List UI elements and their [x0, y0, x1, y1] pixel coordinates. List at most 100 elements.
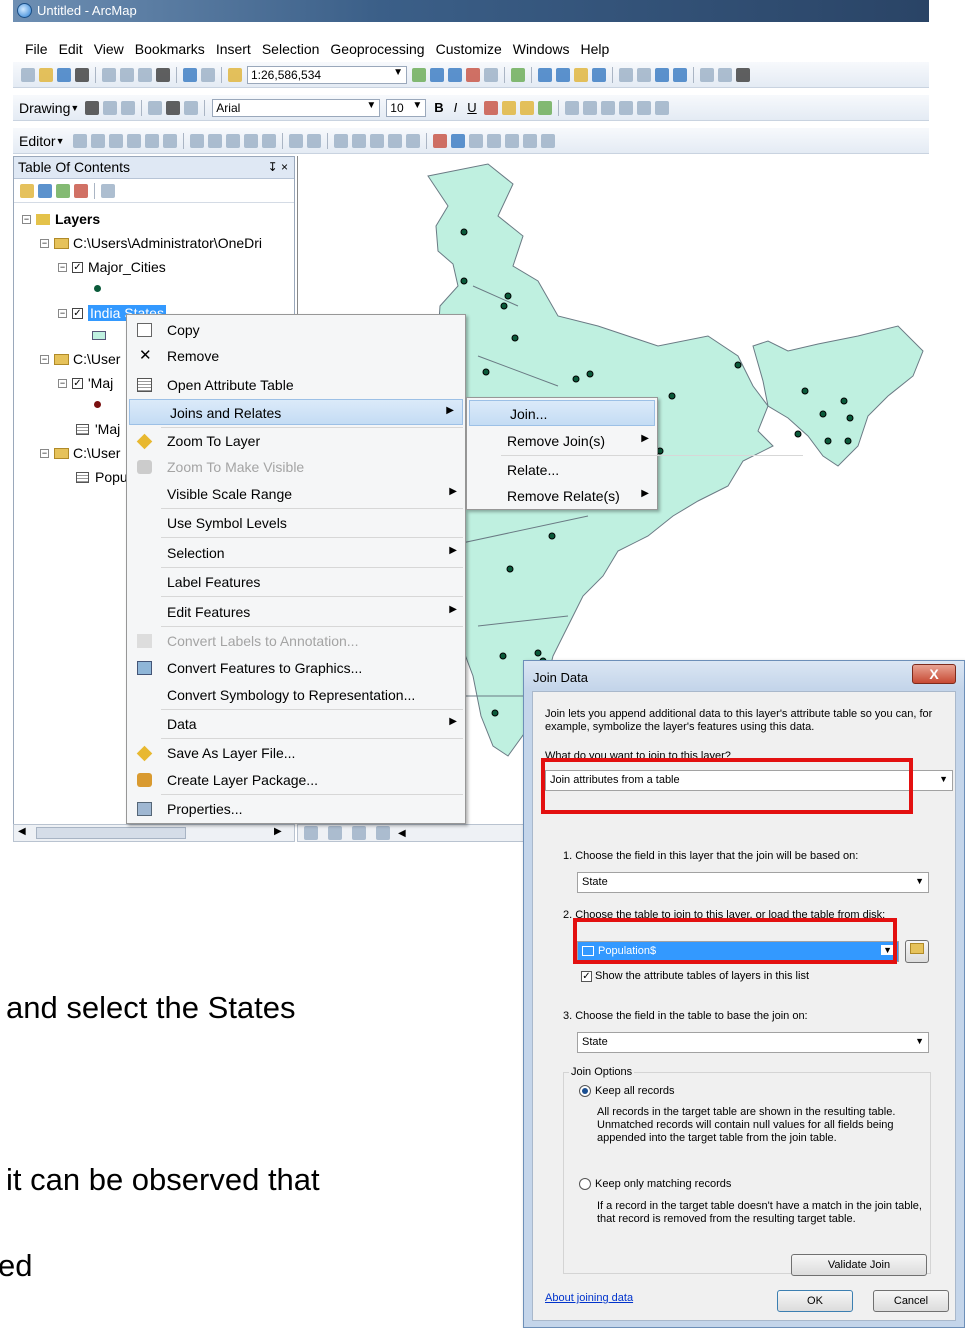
layers-root[interactable]: − Layers: [22, 211, 100, 227]
toc-folder-1[interactable]: − C:\Users\Administrator\OneDri: [40, 235, 262, 251]
scroll-left-icon[interactable]: ◀: [18, 826, 26, 837]
align-icon[interactable]: [636, 100, 651, 115]
toc-folder-3[interactable]: − C:\User: [40, 445, 120, 461]
select-pointer-icon[interactable]: [85, 100, 100, 115]
table-window-icon[interactable]: [468, 133, 483, 148]
ok-button[interactable]: OK: [777, 1290, 853, 1312]
reshape-icon[interactable]: [207, 133, 222, 148]
font-color-icon[interactable]: [483, 100, 498, 115]
scroll-right-icon[interactable]: ▶: [274, 826, 282, 837]
layout-view-icon[interactable]: [328, 826, 342, 840]
toc-pin-close-icon[interactable]: ↧ ×: [268, 160, 288, 174]
select-features-icon[interactable]: [700, 67, 714, 82]
menu-item-zoom-to-layer[interactable]: Zoom To Layer: [127, 428, 465, 454]
menu-item-copy[interactable]: Copy: [127, 317, 465, 343]
forward-extent-icon[interactable]: [673, 67, 687, 82]
menu-item-edit-features[interactable]: Edit Features ▶: [127, 599, 465, 625]
zoom-out-icon[interactable]: [556, 67, 570, 82]
edit-vertices-icon[interactable]: [189, 133, 204, 148]
bold-icon[interactable]: B: [434, 100, 443, 115]
menu-help[interactable]: Help: [581, 41, 610, 57]
show-tables-option[interactable]: ✓ Show the attribute tables of layers in …: [581, 970, 941, 983]
fill-color-icon[interactable]: [501, 100, 516, 115]
topology-icon[interactable]: [351, 133, 366, 148]
arctoolbox-icon[interactable]: [466, 67, 480, 82]
submenu-remove-relates[interactable]: Remove Relate(s) ▶: [467, 483, 657, 509]
menu-selection[interactable]: Selection: [262, 41, 320, 57]
data-view-icon[interactable]: [304, 826, 318, 840]
cancel-button[interactable]: Cancel: [873, 1290, 949, 1312]
construct-icon[interactable]: [387, 133, 402, 148]
dialog-close-button[interactable]: X: [912, 664, 956, 684]
group-icon[interactable]: [564, 100, 579, 115]
submenu-join[interactable]: Join...: [469, 400, 655, 426]
menu-item-visible-scale-range[interactable]: Visible Scale Range ▶: [127, 481, 465, 507]
italic-icon[interactable]: I: [454, 100, 458, 115]
menu-view[interactable]: View: [94, 41, 124, 57]
menu-item-zoom-to-make-visible[interactable]: Zoom To Make Visible: [127, 454, 465, 480]
menu-bookmarks[interactable]: Bookmarks: [135, 41, 205, 57]
model-builder-icon[interactable]: [511, 67, 525, 82]
keep-matching-option[interactable]: Keep only matching records: [579, 1178, 731, 1191]
parallel-icon[interactable]: [405, 133, 420, 148]
back-extent-icon[interactable]: [655, 67, 669, 82]
menu-item-label-features[interactable]: Label Features: [127, 569, 465, 595]
menu-item-selection[interactable]: Selection ▶: [127, 540, 465, 566]
menu-file[interactable]: File: [25, 41, 48, 57]
create-features-icon[interactable]: [333, 133, 348, 148]
add-data-icon[interactable]: [228, 67, 242, 82]
toc-table-maj[interactable]: 'Maj: [76, 421, 120, 437]
menu-insert[interactable]: Insert: [216, 41, 251, 57]
scroll-thumb[interactable]: [36, 827, 186, 839]
keep-matching-radio[interactable]: [579, 1178, 591, 1191]
toc-layer-maj-1[interactable]: − ✓ 'Maj: [58, 375, 113, 391]
fixed-zoom-out-icon[interactable]: [637, 67, 651, 82]
catalog-icon[interactable]: [430, 67, 444, 82]
rectangle-icon[interactable]: [148, 100, 163, 115]
submenu-remove-joins[interactable]: Remove Join(s) ▶: [467, 428, 657, 454]
search-window-icon[interactable]: [448, 67, 462, 82]
toc-options-icon[interactable]: [101, 183, 115, 198]
line-color-icon[interactable]: [519, 100, 534, 115]
merge-icon[interactable]: [486, 133, 501, 148]
keep-all-option[interactable]: Keep all records: [579, 1085, 675, 1098]
editor-toolbar-icon[interactable]: [412, 67, 426, 82]
smooth-icon[interactable]: [540, 133, 555, 148]
validate-icon[interactable]: [450, 133, 465, 148]
point-icon[interactable]: [162, 133, 177, 148]
menu-item-convert-labels[interactable]: Convert Labels to Annotation...: [127, 628, 465, 654]
font-name-combo[interactable]: Arial ▼: [212, 98, 381, 117]
undo-icon[interactable]: [183, 67, 197, 82]
fixed-zoom-in-icon[interactable]: [619, 67, 633, 82]
split-icon[interactable]: [243, 133, 258, 148]
full-extent-icon[interactable]: [592, 67, 606, 82]
menu-windows[interactable]: Windows: [513, 41, 570, 57]
copy-icon[interactable]: [120, 67, 134, 82]
map-scroll-left-icon[interactable]: ◀: [398, 828, 406, 839]
browse-folder-button[interactable]: [905, 940, 929, 963]
toc-layer-major-cities[interactable]: − ✓ Major_Cities: [58, 259, 166, 275]
submenu-relate[interactable]: Relate...: [467, 457, 657, 483]
table-field-select[interactable]: State ▼: [577, 1032, 929, 1053]
generalize-icon[interactable]: [522, 133, 537, 148]
toc-table-popu[interactable]: Popu: [76, 469, 128, 485]
drawing-menu[interactable]: Drawing: [19, 100, 70, 116]
toc-horizontal-scrollbar[interactable]: ◀ ▶: [13, 824, 295, 842]
zoom-whole-page-icon[interactable]: [121, 100, 136, 115]
font-size-combo[interactable]: 10 ▼: [386, 98, 427, 117]
menu-item-properties[interactable]: Properties...: [127, 796, 465, 822]
list-by-source-icon[interactable]: [38, 183, 52, 198]
line-icon[interactable]: [184, 100, 199, 115]
menu-item-convert-features[interactable]: Convert Features to Graphics...: [127, 655, 465, 681]
menu-item-open-attribute-table[interactable]: Open Attribute Table: [127, 372, 465, 398]
grid-icon[interactable]: [504, 133, 519, 148]
new-document-icon[interactable]: [21, 67, 35, 82]
open-icon[interactable]: [39, 67, 53, 82]
validate-join-button[interactable]: Validate Join: [791, 1254, 927, 1276]
layer-visibility-checkbox[interactable]: ✓: [72, 261, 83, 273]
nudge-icon[interactable]: [618, 100, 633, 115]
menu-item-convert-symbology[interactable]: Convert Symbology to Representation...: [127, 682, 465, 708]
keep-all-radio[interactable]: [579, 1085, 591, 1098]
refresh-icon[interactable]: [352, 826, 366, 840]
marker-color-icon[interactable]: [537, 100, 552, 115]
